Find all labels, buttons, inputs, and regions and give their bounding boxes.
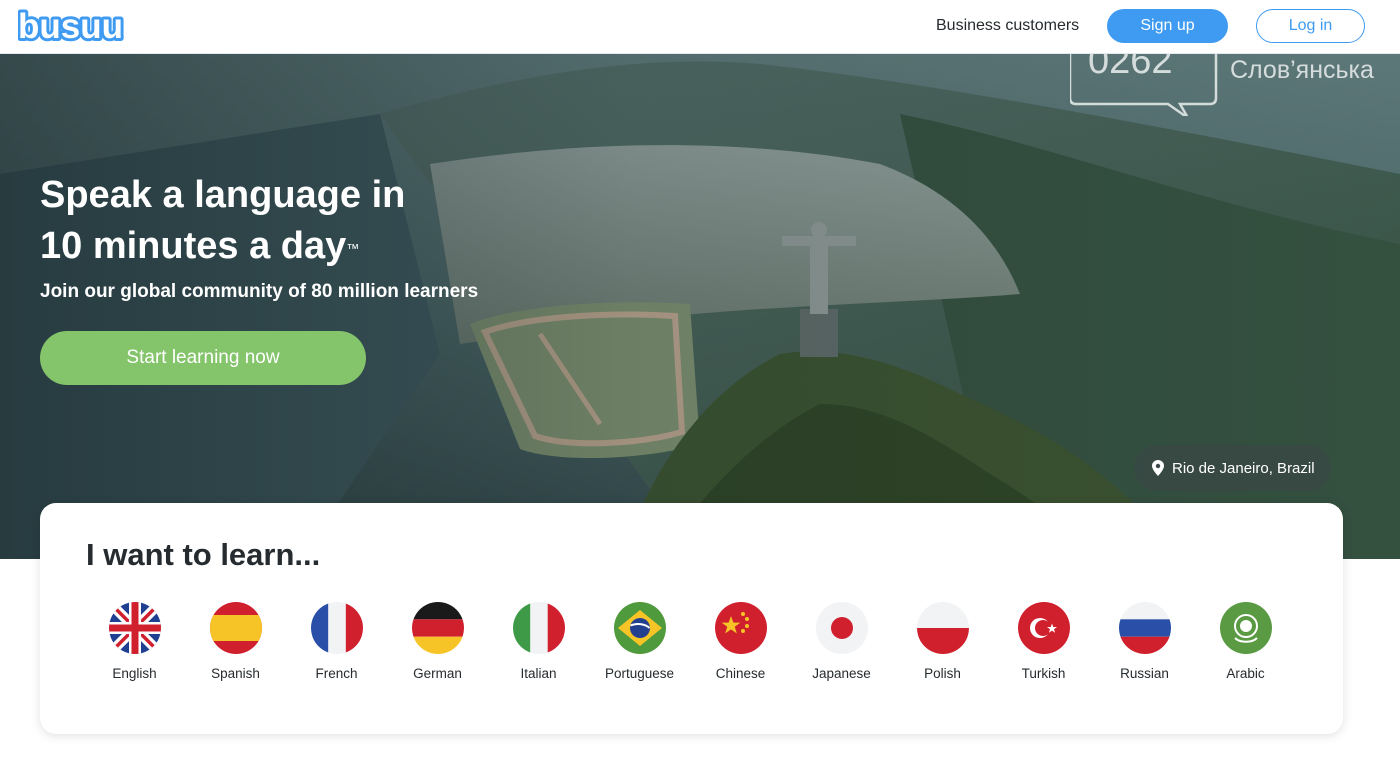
language-label: Russian	[1120, 666, 1169, 681]
poland-flag-icon	[916, 602, 969, 654]
language-option-german[interactable]: German	[387, 602, 488, 681]
language-label: Japanese	[812, 666, 871, 681]
svg-text:busuu: busuu	[18, 8, 123, 44]
language-option-arabic[interactable]: Arabic	[1195, 602, 1296, 681]
hero-section: 0262 Слов’янська Speak a language in 10 …	[0, 54, 1400, 559]
spain-flag-icon	[209, 602, 262, 654]
language-label: French	[315, 666, 358, 681]
hero-title-line-2: 10 minutes a day	[40, 225, 347, 267]
language-list: English Spanish French German Italian Po…	[84, 602, 1296, 681]
language-option-japanese[interactable]: Japanese	[791, 602, 892, 681]
map-pin-icon	[1152, 460, 1164, 476]
uk-flag-icon	[108, 602, 161, 654]
language-option-spanish[interactable]: Spanish	[185, 602, 286, 681]
language-label: English	[112, 666, 157, 681]
start-learning-button[interactable]: Start learning now	[40, 331, 366, 385]
watermark: 0262 Слов’янська	[1070, 54, 1400, 116]
germany-flag-icon	[411, 602, 464, 654]
language-label: Italian	[520, 666, 557, 681]
watermark-number: 0262	[1088, 54, 1173, 82]
i-want-to-learn-heading: I want to learn...	[86, 537, 321, 572]
location-badge: Rio de Janeiro, Brazil	[1134, 445, 1331, 491]
busuu-logo[interactable]: busuu	[18, 8, 126, 44]
turkey-flag-icon	[1017, 602, 1070, 654]
russia-flag-icon	[1118, 602, 1171, 654]
busuu-logo-icon: busuu	[18, 8, 126, 44]
arab-league-flag-icon	[1219, 602, 1272, 654]
language-label: Polish	[924, 666, 961, 681]
language-label: Arabic	[1226, 666, 1265, 681]
language-option-polish[interactable]: Polish	[892, 602, 993, 681]
language-option-english[interactable]: English	[84, 602, 185, 681]
log-in-button[interactable]: Log in	[1256, 9, 1365, 43]
top-navigation-bar: busuu Business customers Sign up Log in	[0, 0, 1400, 54]
trademark-symbol: ™	[346, 241, 360, 256]
business-customers-link[interactable]: Business customers	[936, 17, 1079, 35]
language-label: German	[413, 666, 462, 681]
hero-subtitle: Join our global community of 80 million …	[40, 281, 479, 302]
language-option-italian[interactable]: Italian	[488, 602, 589, 681]
language-option-russian[interactable]: Russian	[1094, 602, 1195, 681]
language-option-chinese[interactable]: Chinese	[690, 602, 791, 681]
italy-flag-icon	[512, 602, 565, 654]
brazil-flag-icon	[613, 602, 666, 654]
language-label: Spanish	[211, 666, 260, 681]
language-option-turkish[interactable]: Turkish	[993, 602, 1094, 681]
japan-flag-icon	[815, 602, 868, 654]
language-picker-card: I want to learn... English Spanish Frenc…	[40, 503, 1343, 734]
watermark-text: Слов’янська	[1230, 56, 1374, 84]
sign-up-button[interactable]: Sign up	[1107, 9, 1228, 43]
location-text: Rio de Janeiro, Brazil	[1172, 459, 1315, 477]
language-option-french[interactable]: French	[286, 602, 387, 681]
hero-title-line-1: Speak a language in	[40, 174, 406, 216]
language-label: Chinese	[715, 666, 766, 681]
china-flag-icon	[714, 602, 767, 654]
language-option-portuguese[interactable]: Portuguese	[589, 602, 690, 681]
france-flag-icon	[310, 602, 363, 654]
hero-title: Speak a language in 10 minutes a day™	[40, 170, 560, 272]
language-label: Portuguese	[604, 666, 675, 681]
language-label: Turkish	[1021, 666, 1066, 681]
